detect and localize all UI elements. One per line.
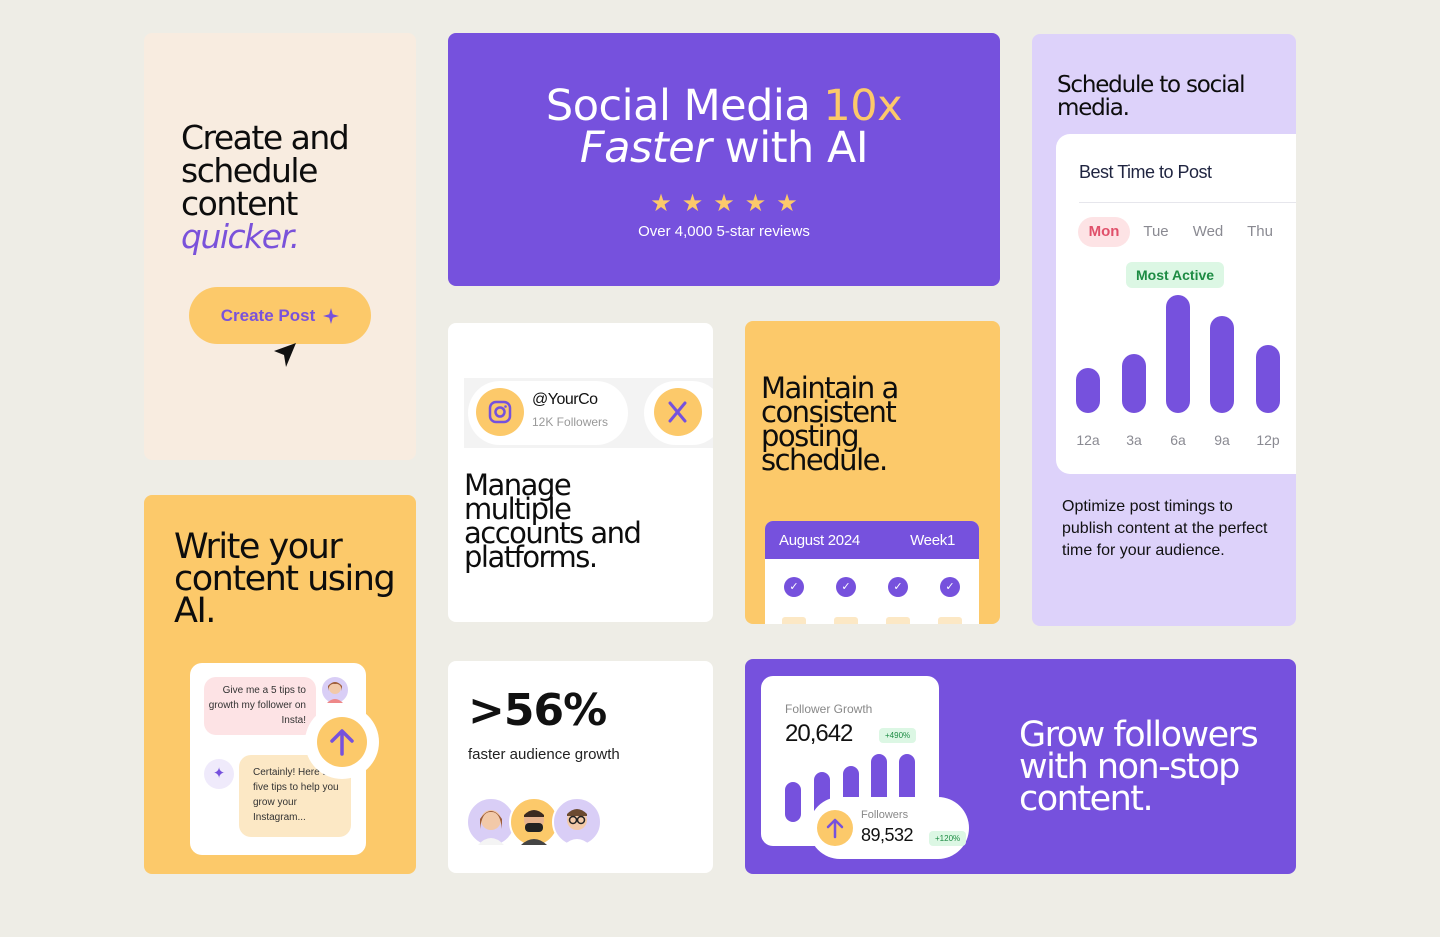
accounts-card: @YourCo 12K Followers Manage multiple ac… (448, 323, 713, 622)
activity-bar (1076, 368, 1100, 413)
user-avatar (320, 675, 350, 705)
schedule-description: Optimize post timings to publish content… (1062, 498, 1268, 559)
followers-pill: +120% (929, 831, 967, 846)
activity-bar (1166, 295, 1190, 413)
rating-stars: ★ ★ ★ ★ ★ (448, 189, 1000, 218)
sparkle-icon (323, 307, 340, 324)
time-label: 3a (1126, 432, 1142, 448)
activity-bar (1210, 316, 1234, 413)
growth-pill: +490% (879, 728, 917, 743)
calendar-slot (938, 617, 962, 624)
arrow-up-icon (330, 729, 354, 756)
arrow-up-badge (817, 810, 853, 846)
check-icon: ✓ (784, 577, 804, 597)
hero-card: Social Media 10x Faster with AI ★ ★ ★ ★ … (448, 33, 1000, 286)
x-logo-icon (654, 388, 702, 436)
schedule-heading: Schedule to social media. (1057, 72, 1246, 121)
calendar-week: Week1 (910, 531, 955, 549)
account-handle: @YourCo (532, 391, 598, 408)
avatar (552, 797, 602, 847)
reviews-text: Over 4,000 5-star reviews (638, 223, 810, 240)
calendar-month: August 2024 (779, 531, 860, 549)
create-post-label: Create Post (220, 305, 316, 325)
calendar-slot (834, 617, 858, 624)
hero-title-line2: Faster with AI (448, 127, 1000, 170)
divider (1079, 202, 1296, 203)
create-heading: Create and schedule content quicker. (181, 121, 411, 253)
growth-bar (785, 782, 801, 822)
best-time-title: Best Time to Post (1079, 162, 1212, 182)
hero-title-line1: Social Media 10x (448, 85, 1000, 128)
schedule-card: Schedule to social media. Best Time to P… (1032, 34, 1296, 626)
create-schedule-card: Create and schedule content quicker. Cre… (144, 33, 416, 460)
instagram-icon (476, 388, 524, 436)
calendar-widget: August 2024 Week1 ✓ ✓ ✓ ✓ (765, 521, 979, 624)
write-ai-card: Write your content using AI. Give me a 5… (144, 495, 416, 874)
hero-title-text: with AI (711, 123, 869, 173)
account-followers: 12K Followers (532, 415, 609, 429)
star-icon: ★ (713, 190, 735, 217)
growth-stat-card: >56% faster audience growth (448, 661, 713, 873)
arrow-up-icon (826, 818, 844, 839)
followers-chip: Followers 89,532 +120% (809, 797, 969, 859)
followers-value: 89,532 (861, 825, 914, 845)
growth-label: Follower Growth (785, 702, 873, 716)
time-label: 6a (1170, 432, 1186, 448)
star-icon: ★ (744, 190, 767, 217)
star-icon: ★ (650, 190, 672, 217)
followers-label: Followers (861, 809, 909, 821)
consistent-schedule-card: Maintain a consistent posting schedule. … (745, 321, 1000, 624)
day-tab-thu[interactable]: Thu (1234, 217, 1286, 247)
star-icon: ★ (776, 190, 798, 217)
day-tab-mon[interactable]: Mon (1078, 217, 1130, 247)
growth-value: 20,642 (785, 720, 853, 747)
check-icon: ✓ (836, 577, 856, 597)
time-label: 12a (1076, 432, 1100, 448)
most-active-badge: Most Active (1126, 262, 1225, 288)
send-button[interactable] (305, 705, 379, 779)
growth-stat-caption: faster audience growth (468, 746, 620, 763)
star-icon: ★ (681, 190, 704, 217)
calendar-header: August 2024 Week1 (765, 521, 979, 559)
day-tab-wed[interactable]: Wed (1182, 217, 1234, 247)
growth-stat-value: >56% (468, 685, 607, 736)
cursor-icon (274, 343, 296, 367)
day-tabs: Mon Tue Wed Thu (1078, 217, 1286, 247)
activity-bar (1256, 345, 1280, 413)
calendar-slot (886, 617, 910, 624)
ai-sparkle-icon: ✦ (204, 759, 234, 789)
time-label: 9a (1214, 432, 1230, 448)
accounts-heading: Manage multiple accounts and platforms. (464, 468, 642, 574)
hero-italic: Faster (579, 123, 712, 173)
check-icon: ✓ (888, 577, 908, 597)
chat-preview: Give me a 5 tips to growth my follower o… (190, 663, 379, 855)
write-heading: Write your content using AI. (174, 527, 396, 631)
calendar-slot (782, 617, 806, 624)
grow-followers-card: Follower Growth 20,642 +490% Followers 8… (745, 659, 1296, 874)
prompt-bubble: Give me a 5 tips to growth my follower o… (204, 677, 316, 735)
check-icon: ✓ (940, 577, 960, 597)
heading-accent: quicker. (181, 217, 300, 256)
time-label: 12p (1256, 432, 1280, 448)
create-post-button[interactable]: Create Post (189, 287, 371, 344)
grow-heading: Grow followers with non-stop content. (1019, 715, 1259, 819)
day-tab-tue[interactable]: Tue (1130, 217, 1182, 247)
activity-bar (1122, 354, 1146, 413)
best-time-panel: Best Time to Post Mon Tue Wed Thu Most A… (1056, 134, 1296, 474)
consistent-heading: Maintain a consistent posting schedule. (761, 371, 899, 477)
